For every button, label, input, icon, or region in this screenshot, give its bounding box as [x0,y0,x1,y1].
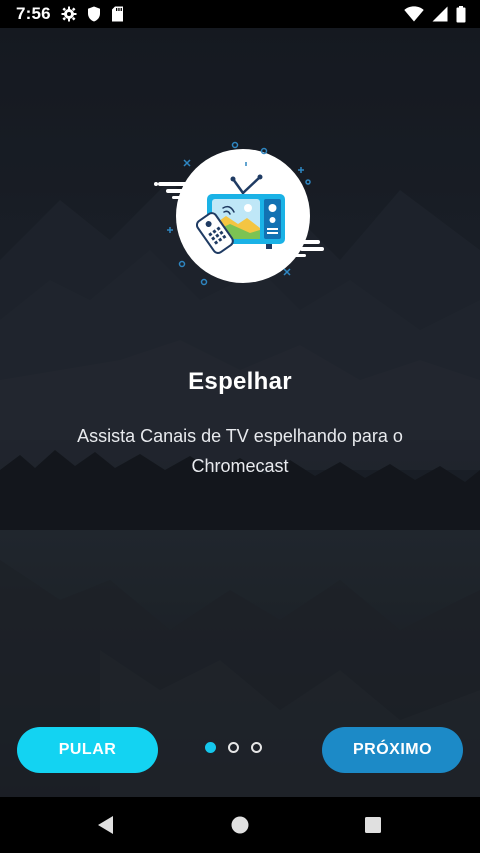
shield-icon [87,6,101,22]
page-dot[interactable] [228,742,239,753]
navigation-bar [0,797,480,853]
page-indicator [205,742,262,753]
recents-icon[interactable] [362,814,384,836]
onboarding-screen: 7:56 Espelhar Assista Canais de TV espel… [0,0,480,853]
sd-card-icon [111,6,124,22]
page-description: Assista Canais de TV espelhando para o C… [77,426,403,476]
page-dot[interactable] [251,742,262,753]
status-bar-left: 7:56 [16,4,124,24]
tv-mirroring-illustration [154,141,324,286]
page-dot-active[interactable] [205,742,216,753]
skip-button[interactable]: PULAR [17,727,158,773]
status-bar-right [404,5,466,23]
status-time: 7:56 [16,4,51,23]
wifi-icon [404,6,424,22]
status-bar: 7:56 [0,0,480,28]
signal-icon [432,6,448,22]
home-icon[interactable] [229,814,251,836]
battery-icon [456,5,466,23]
back-icon[interactable] [95,814,117,836]
gear-icon [61,6,77,22]
page-title: Espelhar [188,368,292,395]
next-button[interactable]: PRÓXIMO [322,727,463,773]
